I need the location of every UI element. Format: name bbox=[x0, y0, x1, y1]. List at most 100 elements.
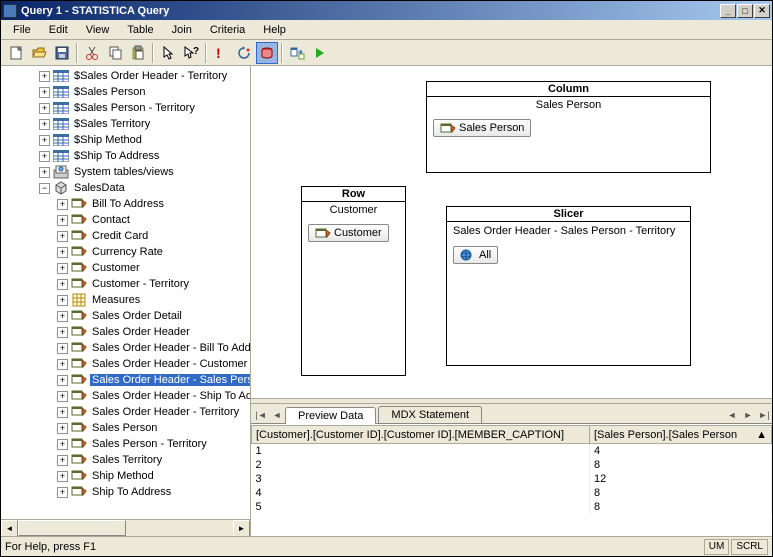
design-surface[interactable]: Column Sales Person Sales Person Row Cus… bbox=[251, 66, 772, 398]
cut-button[interactable] bbox=[81, 42, 103, 64]
tree-node[interactable]: +Sales Person - Territory bbox=[3, 436, 250, 452]
expand-icon[interactable]: + bbox=[57, 391, 68, 402]
tree-node[interactable]: +$Ship To Address bbox=[3, 148, 250, 164]
expand-icon[interactable]: + bbox=[57, 247, 68, 258]
slicer-chip[interactable]: All bbox=[453, 246, 498, 264]
tree-node[interactable]: +$Sales Person - Territory bbox=[3, 100, 250, 116]
tab-prev-button[interactable]: ◄ bbox=[269, 407, 285, 423]
expand-icon[interactable]: + bbox=[39, 119, 50, 130]
sql-view-button[interactable] bbox=[256, 42, 278, 64]
tree-node[interactable]: +Sales Territory bbox=[3, 452, 250, 468]
close-button[interactable]: ✕ bbox=[754, 4, 770, 18]
tree-node[interactable]: +Sales Order Header - Territory bbox=[3, 404, 250, 420]
table-row[interactable]: 28 bbox=[252, 458, 772, 472]
tree-node[interactable]: −SalesData bbox=[3, 180, 250, 196]
tree-node[interactable]: +$Ship Method bbox=[3, 132, 250, 148]
expand-icon[interactable]: + bbox=[57, 423, 68, 434]
tree-node[interactable]: +System tables/views bbox=[3, 164, 250, 180]
tree-node[interactable]: +$Sales Order Header - Territory bbox=[3, 68, 250, 84]
tab-first-button[interactable]: |◄ bbox=[253, 407, 269, 423]
table-row[interactable]: 48 bbox=[252, 486, 772, 500]
execute-button[interactable]: ! bbox=[210, 42, 232, 64]
expand-icon[interactable]: + bbox=[39, 87, 50, 98]
menu-file[interactable]: File bbox=[5, 22, 39, 38]
tab-last-button[interactable]: ►| bbox=[756, 407, 772, 423]
tree-node[interactable]: +Customer - Territory bbox=[3, 276, 250, 292]
column-chip[interactable]: Sales Person bbox=[433, 119, 531, 137]
table-row[interactable]: 14 bbox=[252, 444, 772, 458]
copy-button[interactable] bbox=[104, 42, 126, 64]
tree-node[interactable]: +Sales Order Detail bbox=[3, 308, 250, 324]
menu-table[interactable]: Table bbox=[119, 22, 161, 38]
tree-node[interactable]: +Bill To Address bbox=[3, 196, 250, 212]
menu-join[interactable]: Join bbox=[164, 22, 200, 38]
collapse-icon[interactable]: − bbox=[39, 183, 50, 194]
expand-icon[interactable]: + bbox=[57, 215, 68, 226]
tab-back-button[interactable]: ◄ bbox=[724, 407, 740, 423]
scroll-right-button[interactable]: ► bbox=[233, 520, 250, 537]
open-button[interactable] bbox=[28, 42, 50, 64]
menu-view[interactable]: View bbox=[78, 22, 118, 38]
column-box[interactable]: Column Sales Person Sales Person bbox=[426, 81, 711, 173]
menu-edit[interactable]: Edit bbox=[41, 22, 76, 38]
tab-fwd-button[interactable]: ► bbox=[740, 407, 756, 423]
data-grid[interactable]: [Customer].[Customer ID].[Customer ID].[… bbox=[251, 424, 772, 536]
refresh-button[interactable] bbox=[233, 42, 255, 64]
menu-criteria[interactable]: Criteria bbox=[202, 22, 253, 38]
expand-icon[interactable]: + bbox=[57, 439, 68, 450]
tree-node[interactable]: +Currency Rate bbox=[3, 244, 250, 260]
expand-icon[interactable]: + bbox=[57, 407, 68, 418]
tree-node[interactable]: +Sales Order Header bbox=[3, 324, 250, 340]
tree-node[interactable]: +Sales Person bbox=[3, 420, 250, 436]
tree-node[interactable]: +Ship To Address bbox=[3, 484, 250, 500]
object-tree[interactable]: +$Sales Order Header - Territory+$Sales … bbox=[1, 66, 250, 519]
expand-icon[interactable]: + bbox=[57, 375, 68, 386]
expand-icon[interactable]: + bbox=[57, 471, 68, 482]
horizontal-scrollbar[interactable]: ◄ ► bbox=[1, 519, 250, 536]
expand-icon[interactable]: + bbox=[57, 279, 68, 290]
tree-node[interactable]: +Contact bbox=[3, 212, 250, 228]
tree-node[interactable]: +Sales Order Header - Bill To Address bbox=[3, 340, 250, 356]
expand-icon[interactable]: + bbox=[57, 231, 68, 242]
grid-col-salesperson[interactable]: [Sales Person].[Sales Person▲ bbox=[590, 426, 772, 444]
run-button[interactable] bbox=[309, 42, 331, 64]
table-row[interactable]: 58 bbox=[252, 500, 772, 514]
tab-mdx-statement[interactable]: MDX Statement bbox=[378, 406, 482, 423]
paste-button[interactable] bbox=[127, 42, 149, 64]
tree-node[interactable]: +$Sales Territory bbox=[3, 116, 250, 132]
grid-col-customer[interactable]: [Customer].[Customer ID].[Customer ID].[… bbox=[252, 426, 590, 444]
scroll-thumb[interactable] bbox=[18, 520, 126, 536]
expand-icon[interactable]: + bbox=[57, 327, 68, 338]
tree-node[interactable]: +Measures bbox=[3, 292, 250, 308]
tree-node[interactable]: +Credit Card bbox=[3, 228, 250, 244]
expand-icon[interactable]: + bbox=[57, 263, 68, 274]
expand-icon[interactable]: + bbox=[39, 103, 50, 114]
new-button[interactable] bbox=[5, 42, 27, 64]
expand-icon[interactable]: + bbox=[39, 71, 50, 82]
expand-icon[interactable]: + bbox=[39, 135, 50, 146]
menu-help[interactable]: Help bbox=[255, 22, 294, 38]
row-box[interactable]: Row Customer Customer bbox=[301, 186, 406, 376]
slicer-box[interactable]: Slicer Sales Order Header - Sales Person… bbox=[446, 206, 691, 366]
context-help-button[interactable]: ? bbox=[180, 42, 202, 64]
tree-node[interactable]: +Sales Order Header - Customer bbox=[3, 356, 250, 372]
expand-icon[interactable]: + bbox=[39, 151, 50, 162]
expand-icon[interactable]: + bbox=[57, 295, 68, 306]
maximize-button[interactable]: □ bbox=[737, 4, 753, 18]
tree-node[interactable]: +Ship Method bbox=[3, 468, 250, 484]
tree-node[interactable]: +$Sales Person bbox=[3, 84, 250, 100]
expand-icon[interactable]: + bbox=[39, 167, 50, 178]
tree-node[interactable]: +Sales Order Header - Sales Person bbox=[3, 372, 250, 388]
expand-icon[interactable]: + bbox=[57, 359, 68, 370]
table-row[interactable]: 312 bbox=[252, 472, 772, 486]
expand-icon[interactable]: + bbox=[57, 455, 68, 466]
tab-preview-data[interactable]: Preview Data bbox=[285, 407, 376, 424]
expand-icon[interactable]: + bbox=[57, 487, 68, 498]
pointer-button[interactable] bbox=[157, 42, 179, 64]
expand-icon[interactable]: + bbox=[57, 199, 68, 210]
return-data-button[interactable] bbox=[286, 42, 308, 64]
minimize-button[interactable]: _ bbox=[720, 4, 736, 18]
row-chip[interactable]: Customer bbox=[308, 224, 389, 242]
save-button[interactable] bbox=[51, 42, 73, 64]
scroll-left-button[interactable]: ◄ bbox=[1, 520, 18, 537]
